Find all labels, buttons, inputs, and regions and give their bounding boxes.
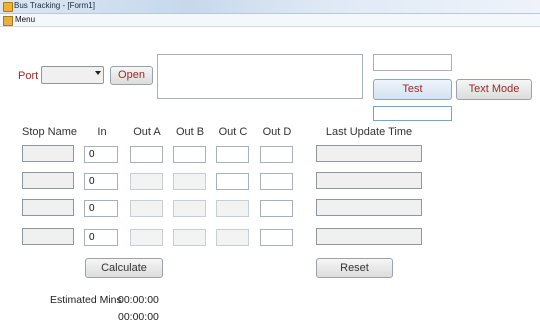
out-b-field[interactable] (173, 173, 206, 190)
port-select[interactable] (41, 66, 104, 84)
out-c-field[interactable] (216, 146, 249, 163)
top-right-field[interactable] (373, 54, 452, 71)
out-b-field[interactable] (173, 146, 206, 163)
out-c-field[interactable] (216, 200, 249, 217)
in-field[interactable]: 0 (84, 200, 118, 217)
out-a-field[interactable] (130, 229, 163, 246)
reset-button[interactable]: Reset (316, 258, 393, 278)
app-icon (3, 2, 13, 12)
out-c-field[interactable] (216, 229, 249, 246)
text-mode-button[interactable]: Text Mode (456, 79, 532, 100)
out-a-field[interactable] (130, 200, 163, 217)
stop-name-field[interactable] (22, 228, 74, 245)
out-a-field[interactable] (130, 146, 163, 163)
menu-bar: Menu (0, 14, 540, 27)
log-textbox[interactable] (157, 54, 363, 99)
estimated-mins-value-2: 00:00:00 (118, 311, 159, 323)
last-update-field[interactable] (316, 172, 422, 189)
out-c-field[interactable] (216, 173, 249, 190)
out-a-field[interactable] (130, 173, 163, 190)
stop-name-field[interactable] (22, 172, 74, 189)
menu-icon (3, 16, 13, 26)
estimated-mins-value: 00:00:00 (118, 294, 159, 306)
last-update-field[interactable] (316, 145, 422, 162)
port-label: Port (18, 70, 39, 82)
last-update-field[interactable] (316, 199, 422, 216)
header-out-c: Out C (218, 126, 248, 138)
header-out-d: Out D (262, 126, 292, 138)
stop-name-field[interactable] (22, 199, 74, 216)
in-field[interactable]: 0 (84, 146, 118, 163)
estimated-mins-label: Estimated Mins (50, 294, 122, 306)
header-out-a: Out A (133, 126, 161, 138)
in-field[interactable]: 0 (84, 173, 118, 190)
window-title: Bus Tracking - [Form1] (14, 1, 95, 10)
header-stop-name: Stop Name (22, 126, 78, 138)
out-d-field[interactable] (260, 146, 293, 163)
chevron-down-icon (95, 71, 101, 75)
open-button[interactable]: Open (110, 66, 153, 85)
title-bar: Bus Tracking - [Form1] (0, 0, 540, 14)
stop-name-field[interactable] (22, 145, 74, 162)
out-d-field[interactable] (260, 229, 293, 246)
out-b-field[interactable] (173, 200, 206, 217)
header-out-b: Out B (175, 126, 205, 138)
header-last-update: Last Update Time (325, 126, 413, 138)
out-b-field[interactable] (173, 229, 206, 246)
in-field[interactable]: 0 (84, 229, 118, 246)
last-update-field[interactable] (316, 228, 422, 245)
test-button[interactable]: Test (373, 79, 452, 100)
out-d-field[interactable] (260, 173, 293, 190)
out-d-field[interactable] (260, 200, 293, 217)
calculate-button[interactable]: Calculate (85, 258, 163, 278)
status-field[interactable] (373, 106, 452, 121)
header-in: In (97, 126, 107, 138)
menu-item[interactable]: Menu (15, 15, 35, 24)
